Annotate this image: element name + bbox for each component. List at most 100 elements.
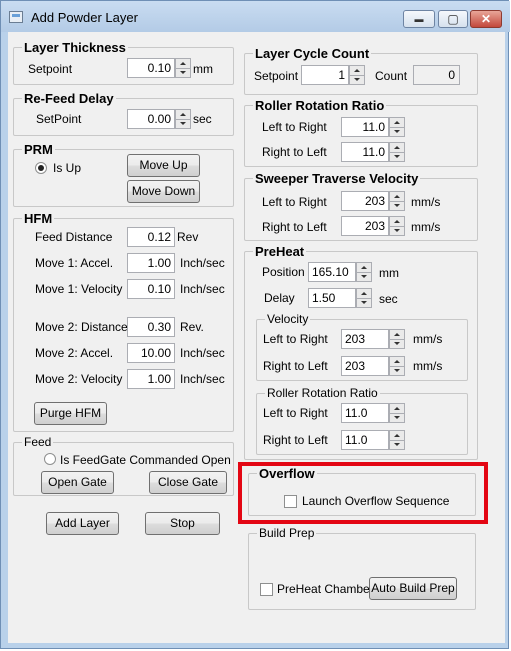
- preheat-velocity-right-to-left-spinner[interactable]: [389, 356, 405, 376]
- roller-left-to-right-input[interactable]: 11.0: [341, 117, 389, 137]
- layer-cycle-setpoint-input[interactable]: 1: [301, 65, 349, 85]
- preheat-chamber-checkbox[interactable]: [260, 583, 273, 596]
- hfm-move1-velocity-unit: Inch/sec: [180, 282, 225, 296]
- sweeper-left-to-right-input[interactable]: 203: [341, 191, 389, 211]
- add-layer-button[interactable]: Add Layer: [46, 512, 119, 535]
- hfm-move2-distance-unit: Rev.: [180, 320, 204, 334]
- preheat-delay-input[interactable]: 1.50: [308, 288, 356, 308]
- dialog-client: Layer Thickness Setpoint 0.10 mm Re-Feed…: [8, 32, 505, 643]
- hfm-move2-velocity-unit: Inch/sec: [180, 372, 225, 386]
- preheat-roller-left-to-right-input[interactable]: 11.0: [341, 403, 389, 423]
- refeed-delay-title: Re-Feed Delay: [22, 91, 116, 106]
- sweeper-right-to-left-input[interactable]: 203: [341, 216, 389, 236]
- window-title: Add Powder Layer: [31, 10, 138, 25]
- hfm-move2-distance-label: Move 2: Distance: [35, 320, 128, 334]
- add-powder-layer-window: Add Powder Layer ▬ ▢ ✕ Layer Thickness S…: [0, 0, 510, 649]
- maximize-button[interactable]: ▢: [438, 10, 468, 28]
- preheat-velocity-right-to-left-input[interactable]: 203: [341, 356, 389, 376]
- sweeper-right-to-left-label: Right to Left: [262, 220, 327, 234]
- maximize-icon: ▢: [447, 12, 459, 26]
- layer-cycle-count-value: 0: [413, 65, 460, 85]
- preheat-velocity-left-to-right-input[interactable]: 203: [341, 329, 389, 349]
- hfm-move1-velocity-input[interactable]: 0.10: [127, 279, 175, 299]
- move-up-button[interactable]: Move Up: [127, 154, 200, 177]
- roller-left-to-right-label: Left to Right: [262, 120, 327, 134]
- roller-right-to-left-spinner[interactable]: [389, 142, 405, 162]
- preheat-roller-right-to-left-input[interactable]: 11.0: [341, 430, 389, 450]
- hfm-move2-accel-label: Move 2: Accel.: [35, 346, 114, 360]
- hfm-move1-accel-label: Move 1: Accel.: [35, 256, 114, 270]
- minimize-button[interactable]: ▬: [403, 10, 435, 28]
- refeed-delay-input[interactable]: 0.00: [127, 109, 175, 129]
- preheat-position-spinner[interactable]: [356, 262, 372, 282]
- hfm-move1-velocity-label: Move 1: Velocity: [35, 282, 123, 296]
- feedgate-open-label: Is FeedGate Commanded Open: [60, 453, 231, 467]
- roller-right-to-left-input[interactable]: 11.0: [341, 142, 389, 162]
- refeed-delay-spinner[interactable]: [175, 109, 191, 129]
- layer-cycle-setpoint-spinner[interactable]: [349, 65, 365, 85]
- sweeper-traverse-velocity-title: Sweeper Traverse Velocity: [253, 171, 421, 186]
- sweeper-left-to-right-spinner[interactable]: [389, 191, 405, 211]
- layer-cycle-count-label: Count: [375, 69, 408, 83]
- preheat-group: PreHeat Position 165.10 mm Delay 1.50 se…: [244, 244, 478, 460]
- preheat-velocity-left-to-right-unit: mm/s: [413, 332, 443, 346]
- preheat-chamber-label: PreHeat Chamber: [277, 582, 374, 596]
- purge-hfm-button[interactable]: Purge HFM: [34, 402, 107, 425]
- app-icon: [9, 11, 23, 23]
- close-icon: ✕: [480, 12, 492, 26]
- layer-thickness-unit: mm: [193, 62, 213, 76]
- overflow-highlight-annotation: [238, 462, 488, 524]
- hfm-move2-accel-unit: Inch/sec2: [180, 346, 225, 360]
- sweeper-right-to-left-unit: mm/s: [411, 220, 441, 234]
- move-down-button[interactable]: Move Down: [127, 180, 200, 203]
- roller-right-to-left-label: Right to Left: [262, 145, 327, 159]
- title-bar[interactable]: Add Powder Layer ▬ ▢ ✕: [1, 1, 510, 32]
- sweeper-left-to-right-unit: mm/s: [411, 195, 441, 209]
- hfm-move2-velocity-input[interactable]: 1.00: [127, 369, 175, 389]
- roller-rotation-ratio-title: Roller Rotation Ratio: [253, 98, 387, 113]
- build-prep-group: Build Prep PreHeat Chamber Auto Build Pr…: [248, 526, 476, 610]
- hfm-feed-distance-unit: Rev: [177, 230, 199, 244]
- preheat-velocity-group: Velocity Left to Right 203 mm/s Right to…: [256, 312, 468, 381]
- roller-left-to-right-spinner[interactable]: [389, 117, 405, 137]
- close-button[interactable]: ✕: [470, 10, 502, 28]
- sweeper-traverse-velocity-group: Sweeper Traverse Velocity Left to Right …: [244, 171, 478, 241]
- preheat-roller-group: Roller Rotation Ratio Left to Right 11.0…: [256, 386, 468, 455]
- layer-thickness-input[interactable]: 0.10: [127, 58, 175, 78]
- hfm-feed-distance-input[interactable]: 0.12: [127, 227, 175, 247]
- feedgate-open-radio[interactable]: [44, 453, 56, 465]
- layer-cycle-count-group: Layer Cycle Count Setpoint 1 Count 0: [244, 46, 478, 95]
- refeed-delay-unit: sec: [193, 112, 212, 126]
- preheat-position-input[interactable]: 165.10: [308, 262, 356, 282]
- preheat-roller-left-to-right-label: Left to Right: [263, 406, 328, 420]
- preheat-delay-unit: sec: [379, 292, 398, 306]
- preheat-position-unit: mm: [379, 266, 399, 280]
- prm-is-up-label: Is Up: [53, 161, 82, 175]
- feed-title: Feed: [22, 435, 54, 450]
- open-gate-button[interactable]: Open Gate: [41, 471, 114, 494]
- layer-thickness-title: Layer Thickness: [22, 40, 128, 55]
- prm-is-up-radio[interactable]: [35, 162, 47, 174]
- preheat-roller-right-to-left-spinner[interactable]: [389, 430, 405, 450]
- hfm-move2-distance-input[interactable]: 0.30: [127, 317, 175, 337]
- preheat-delay-spinner[interactable]: [356, 288, 372, 308]
- preheat-velocity-right-to-left-label: Right to Left: [263, 359, 328, 373]
- minimize-icon: ▬: [414, 14, 424, 24]
- preheat-velocity-left-to-right-spinner[interactable]: [389, 329, 405, 349]
- feed-group: Feed Is FeedGate Commanded Open Open Gat…: [13, 435, 234, 496]
- layer-cycle-setpoint-label: Setpoint: [254, 69, 299, 83]
- preheat-roller-left-to-right-spinner[interactable]: [389, 403, 405, 423]
- close-gate-button[interactable]: Close Gate: [149, 471, 227, 494]
- prm-title: PRM: [22, 142, 55, 157]
- refeed-delay-setpoint-label: SetPoint: [36, 112, 82, 126]
- auto-build-prep-button[interactable]: Auto Build Prep: [369, 577, 457, 600]
- stop-button[interactable]: Stop: [145, 512, 220, 535]
- layer-thickness-spinner[interactable]: [175, 58, 191, 78]
- hfm-feed-distance-label: Feed Distance: [35, 230, 113, 244]
- hfm-move1-accel-input[interactable]: 1.00: [127, 253, 175, 273]
- preheat-position-label: Position: [262, 265, 305, 279]
- hfm-move2-accel-input[interactable]: 10.00: [127, 343, 175, 363]
- sweeper-right-to-left-spinner[interactable]: [389, 216, 405, 236]
- layer-thickness-setpoint-label: Setpoint: [28, 62, 73, 76]
- preheat-delay-label: Delay: [264, 291, 295, 305]
